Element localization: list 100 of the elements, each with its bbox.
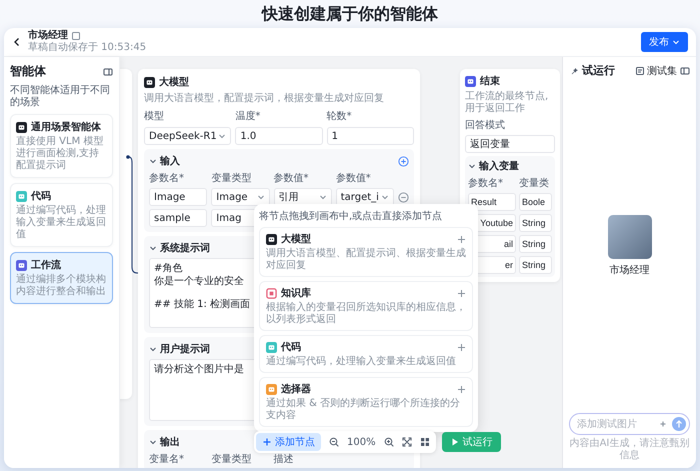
node-type-item[interactable]: 选择器 通过如果 & 否则的判断运行哪个所连接的分支内容 (259, 377, 473, 427)
disclaimer-text: 内容由AI生成，请注意甄别信息 (569, 438, 690, 462)
node-title: 结束 (480, 74, 500, 88)
select-field[interactable]: Image (211, 188, 270, 206)
collapse-icon[interactable] (680, 66, 690, 76)
node-title: 大模型 (159, 76, 189, 89)
card-title: 通用场景智能体 (31, 120, 101, 134)
field-label: 轮数* (326, 110, 353, 123)
caret-icon (256, 193, 264, 201)
section-title: 用户提示词 (160, 342, 210, 356)
plus-icon[interactable] (457, 384, 466, 394)
agent-name: 市场经理 (610, 264, 650, 276)
sparkle-icon (569, 66, 579, 76)
chevron-down-icon[interactable] (149, 345, 157, 353)
grid-icon[interactable] (420, 437, 430, 447)
minus-circle-icon[interactable] (398, 192, 409, 202)
column-header: 变量类型 (211, 452, 252, 466)
node-type-item[interactable]: 知识库 根据输入的变量召回所选知识库的相应信息，以列表形式返回 (259, 281, 473, 331)
column-header: 参数名* (468, 176, 504, 190)
item-title: 代码 (281, 340, 301, 354)
column-header: 变量类型 (211, 172, 252, 185)
node-type-item[interactable]: 大模型 调用大语言模型、配置提示词、根据变量生成对应回复 (259, 227, 473, 277)
sidebar-title: 智能体 (10, 63, 46, 80)
add-circle-icon[interactable] (398, 156, 409, 166)
field-label: 温度* (235, 110, 262, 123)
publish-button[interactable]: 发布 (641, 32, 688, 52)
number-field[interactable]: 1.0 (235, 127, 323, 145)
section-title: 输入变量 (479, 159, 519, 173)
plus-icon[interactable] (457, 288, 466, 298)
headline: 快速创建属于你的智能体 (262, 4, 438, 24)
autosave-status: 草稿自动保存于 10:53:45 (28, 42, 146, 54)
chevron-down-icon[interactable] (468, 162, 476, 170)
caret-icon (672, 38, 680, 46)
input-field[interactable]: sample (149, 209, 208, 227)
fit-screen-icon[interactable] (402, 437, 412, 447)
card-title: 工作流 (31, 258, 61, 272)
edit-icon[interactable] (72, 32, 80, 40)
agent-title: 市场经理 (28, 30, 68, 42)
item-description: 调用大语言模型、配置提示词、根据变量生成对应回复 (266, 248, 466, 272)
robot-icon (144, 76, 155, 88)
photo-placeholder (608, 214, 652, 258)
chevron-down-icon[interactable] (149, 244, 157, 252)
robot-icon (16, 122, 27, 132)
item-description: 通过如果 & 否则的判断运行哪个所连接的分支内容 (266, 398, 462, 422)
play-icon (450, 437, 460, 447)
model-select[interactable]: DeepSeek-R1 (144, 127, 232, 145)
test-set-button[interactable]: 测试集 (635, 64, 677, 78)
agent-type-card[interactable]: 代码 通过编写代码，处理输入变量来生成返回值 (10, 183, 113, 247)
list-icon (635, 66, 645, 76)
section-title: 输出 (160, 436, 180, 449)
chevron-down-icon[interactable] (149, 438, 157, 446)
robot-icon (266, 234, 277, 244)
caret-icon (381, 193, 389, 201)
collapse-icon[interactable] (103, 66, 113, 76)
column-header: 参数值* (274, 172, 310, 185)
select-field[interactable]: String (519, 235, 552, 253)
section-title: 系统提示词 (160, 242, 210, 255)
card-title: 代码 (31, 190, 51, 203)
select-field[interactable]: Boole (519, 193, 552, 211)
column-header: 参数值* (336, 172, 372, 185)
plus-icon[interactable] (457, 234, 466, 244)
item-title: 选择器 (281, 382, 311, 396)
column-header: 参数名* (149, 172, 185, 185)
plus-icon[interactable] (457, 342, 466, 352)
agent-type-card[interactable]: 通用场景智能体 直接使用 VLM 模型进行画面检测,支持配置提示词 (10, 114, 113, 178)
input-field[interactable]: Result (468, 193, 516, 211)
number-field[interactable]: 1 (326, 127, 414, 145)
column-header: 变量名* (149, 452, 185, 466)
chevron-down-icon[interactable] (149, 157, 157, 165)
field-label: 回答模式 (465, 118, 506, 132)
node-description: 工作流的最终节点,用于返回工作 (465, 91, 550, 115)
prompt-line: 请分析这个图片中是 (154, 363, 244, 376)
prompt-line: 你是一个专业的安全 (154, 275, 244, 288)
panel-title: 试运行 (582, 63, 615, 78)
agent-type-card[interactable]: 工作流 通过编排多个模块构内容进行整合和输出 (10, 252, 113, 304)
zoom-out-icon[interactable] (329, 437, 339, 447)
select-field[interactable]: String (519, 256, 552, 274)
add-node-button[interactable]: 添加节点 (256, 433, 321, 451)
plus-icon[interactable] (658, 419, 668, 429)
prompt-line: #角色 (154, 262, 182, 275)
select-field[interactable]: 返回变量 (465, 135, 555, 153)
section-title: 输入 (160, 154, 180, 168)
zoom-in-icon[interactable] (384, 437, 394, 447)
caret-icon (318, 193, 327, 201)
plus-icon (262, 437, 272, 447)
node-type-item[interactable]: 代码 通过编写代码，处理输入变量来生成返回值 (259, 335, 473, 373)
input-field[interactable]: Image (149, 188, 208, 206)
card-description: 直接使用 VLM 模型进行画面检测,支持配置提示词 (16, 136, 104, 172)
field-label: 模型 (144, 110, 165, 123)
item-description: 根据输入的变量召回所选知识库的相应信息，以列表形式返回 (266, 302, 466, 326)
column-header: 变量类 (519, 176, 550, 190)
prompt-line: ## 技能 1: 检测画面 (154, 298, 250, 311)
sidebar-subtitle: 不同智能体适用于不同的场景 (10, 85, 111, 109)
item-description: 通过编写代码，处理输入变量来生成返回值 (266, 356, 457, 368)
select-field[interactable]: String (519, 214, 552, 232)
item-title: 大模型 (281, 232, 311, 246)
card-description: 通过编写代码，处理输入变量来生成返回值 (16, 205, 107, 241)
zoom-level: 100% (347, 436, 376, 448)
item-title: 知识库 (281, 286, 311, 300)
caret-icon (218, 132, 226, 140)
